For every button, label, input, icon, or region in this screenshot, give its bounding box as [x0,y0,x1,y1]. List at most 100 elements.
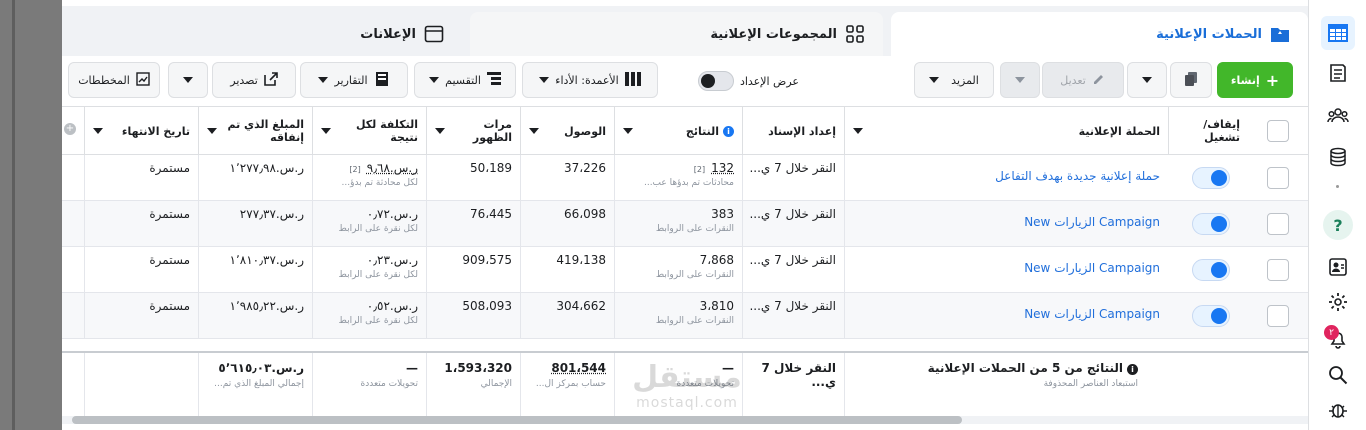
campaign-toggle[interactable] [1192,305,1230,327]
spent-value: ر.س.‏٢٧٧٫٣٧ [239,207,304,221]
row-checkbox[interactable] [1267,167,1289,189]
end-cell: مستمرة [84,247,198,293]
end-value: مستمرة [149,253,190,267]
results-value: 383 [711,207,734,221]
footer-cost-per-result: — تحويلات متعددة [312,353,426,419]
charts-button[interactable]: المخططات [68,62,160,98]
header-campaign[interactable]: الحملة الإعلانية [844,107,1168,155]
attribution-cell: النقر خلال 7 ي... [742,247,844,293]
footer-attribution: النقر خلال 7 ي... [742,353,844,419]
horizontal-scrollbar-thumb[interactable] [72,416,962,424]
header-impressions[interactable]: مرات الظهور [426,107,520,155]
tab-adsets-label: المجموعات الإعلانية [710,26,837,42]
table-row[interactable]: حملة إعلانية جديدة بهدف التفاعل النقر خلا… [62,155,1308,201]
breakdown-icon [486,71,501,89]
table-row[interactable]: Campaign الزيارات New النقر خلال 7 ي... 7،… [62,247,1308,293]
header-cost-per-result[interactable]: التكلفة لكل نتيجة [312,107,426,155]
results-subtext: النقرات على الروابط [655,224,734,234]
columns-icon [624,71,641,89]
tab-ads-label: الإعلانات [360,26,416,42]
chevron-down-icon [93,128,103,134]
campaign-toggle[interactable] [1192,259,1230,281]
cpr-subtext: لكل محادثة تم بدؤ... [341,178,418,188]
attribution-value: النقر خلال 7 ي... [749,253,836,267]
attribution-cell: النقر خلال 7 ي... [742,293,844,339]
campaign-name-link[interactable]: Campaign الزيارات New [1024,215,1160,229]
audiences-icon[interactable] [1321,98,1355,132]
end-cell: مستمرة [84,201,198,247]
add-column-icon[interactable]: + [64,123,76,135]
toolbar: + إنشاء تعديل المزيد عرض الإعداد الأعمدة… [62,56,1308,106]
export-label: تصدير [230,73,258,87]
notifications-bell-icon[interactable]: ٢ [1321,322,1355,356]
select-all-checkbox[interactable] [1267,120,1289,142]
setup-view-toggle[interactable] [697,71,734,91]
results-subtext: النقرات على الروابط [655,270,734,280]
plus-icon: + [1265,70,1280,90]
more-button[interactable]: المزيد [914,62,994,98]
end-value: مستمرة [149,299,190,313]
results-cell: 383 النقرات على الروابط [614,201,742,247]
header-end-date[interactable]: تاريخ الانتهاء [84,107,198,155]
account-card-icon[interactable] [1321,250,1355,284]
reports-book-icon[interactable] [1321,56,1355,90]
table-row[interactable]: Campaign الزيارات New النقر خلال 7 ي... 3،… [62,293,1308,339]
row-checkbox[interactable] [1267,305,1289,327]
settings-gear-icon[interactable] [1321,285,1355,319]
header-attribution[interactable]: إعداد الإسناد [742,107,844,155]
watermark: مستقل mostaql.com [632,360,742,411]
cpr-subtext: لكل نقرة على الرابط [338,270,418,280]
create-button[interactable]: + إنشاء [1217,62,1293,98]
cpr-cell: ر.س.‏٠٫٢٣ لكل نقرة على الرابط [312,247,426,293]
campaign-name-link[interactable]: Campaign الزيارات New [1024,261,1160,275]
attribution-value: النقر خلال 7 ي... [749,299,836,313]
breakdown-button[interactable]: التقسيم [414,62,516,98]
bug-report-icon[interactable] [1321,393,1355,427]
header-amount-spent[interactable]: المبلغ الذي تم إنفاقه [198,107,312,155]
setup-view-label: عرض الإعداد [739,74,799,88]
reports-button[interactable]: التقارير [300,62,408,98]
chevron-down-icon [539,77,550,83]
reports-icon [374,71,390,89]
search-icon[interactable] [1321,358,1355,392]
campaign-toggle[interactable] [1192,167,1230,189]
campaign-toggle[interactable] [1192,213,1230,235]
header-results[interactable]: i النتائج [614,107,742,155]
export-button[interactable]: تصدير [212,62,296,98]
export-dropdown[interactable] [168,62,208,98]
header-reach[interactable]: الوصول [520,107,614,155]
tab-adsets[interactable]: المجموعات الإعلانية [470,12,883,56]
impressions-cell: 76،445 [426,201,520,247]
footer-impressions: 1،593،320 الإجمالي [426,353,520,419]
chevron-down-icon [207,128,217,134]
reach-value: 419،138 [556,253,606,267]
tab-ads[interactable]: الإعلانات [62,12,462,56]
edit-button[interactable]: تعديل [1042,62,1124,98]
results-value: 7،868 [699,253,734,267]
cpr-subtext: لكل نقرة على الرابط [338,316,418,326]
tab-campaigns-label: الحملات الإعلانية [1156,26,1262,42]
duplicate-dropdown[interactable] [1127,62,1167,98]
table-view-icon[interactable] [1321,16,1355,50]
row-checkbox[interactable] [1267,213,1289,235]
reach-value: 37،226 [563,161,606,175]
footer-end-date [84,353,198,419]
reports-label: التقارير [334,73,368,87]
impressions-value: 909،575 [462,253,512,267]
campaign-name-link[interactable]: حملة إعلانية جديدة بهدف التفاعل [995,169,1160,183]
duplicate-button[interactable] [1170,62,1212,98]
tab-campaigns[interactable]: الحملات الإعلانية [891,12,1308,56]
campaign-name-link[interactable]: Campaign الزيارات New [1024,307,1160,321]
table-row[interactable]: Campaign الزيارات New النقر خلال 7 ي... 38… [62,201,1308,247]
chevron-down-icon [321,128,331,134]
chevron-down-icon [529,128,539,134]
results-cell: 7،868 النقرات على الروابط [614,247,742,293]
header-onoff[interactable]: إيقاف/ تشغيل [1168,107,1248,155]
cpr-value: ر.س.‏٩٫٦٨ [366,161,418,175]
row-checkbox[interactable] [1267,259,1289,281]
edit-dropdown[interactable] [1000,62,1040,98]
columns-button[interactable]: الأعمدة: الأداء [522,62,658,98]
help-icon[interactable]: ? [1321,208,1355,242]
billing-database-icon[interactable] [1321,140,1355,174]
reach-cell: 304،662 [520,293,614,339]
